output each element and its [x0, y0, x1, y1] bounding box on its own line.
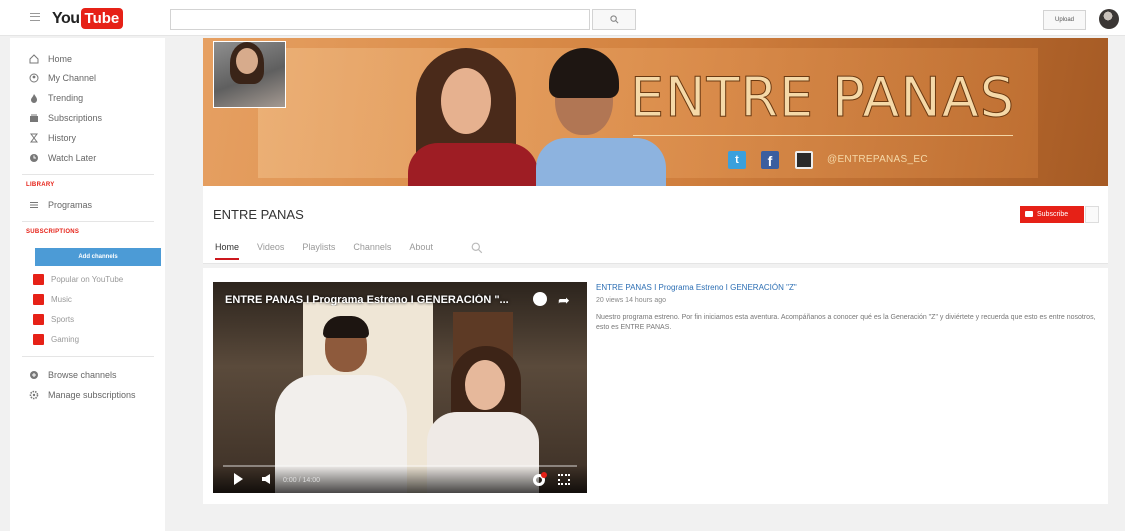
plus-circle-icon [29, 370, 39, 380]
video-title-link[interactable]: ENTRE PANAS I Programa Estreno I GENERAC… [596, 283, 797, 292]
banner-person-top [408, 143, 538, 186]
guide-sidebar: Home My Channel Trending Subscriptions H… [10, 38, 165, 531]
person-icon [29, 73, 39, 83]
channel-search-icon[interactable] [471, 242, 483, 254]
progress-bar[interactable] [223, 465, 577, 467]
sidebar-item-popular[interactable]: Popular on YouTube [10, 270, 165, 288]
video-person-face [465, 360, 505, 410]
featured-section: ENTRE PANAS I Programa Estreno I GENERAC… [203, 268, 1108, 504]
video-player[interactable]: ENTRE PANAS I Programa Estreno I GENERAC… [213, 282, 587, 493]
search-icon [609, 15, 618, 24]
sidebar-item-browse-channels[interactable]: Browse channels [10, 366, 165, 384]
channel-thumbnail-icon [33, 333, 44, 345]
video-overlay-title[interactable]: ENTRE PANAS I Programa Estreno I GENERAC… [225, 294, 527, 306]
sidebar-item-label: Home [48, 54, 73, 64]
play-icon[interactable] [234, 473, 243, 485]
sidebar-item-trending[interactable]: Trending [10, 89, 165, 107]
sidebar-item-watch-later[interactable]: Watch Later [10, 149, 165, 167]
sidebar-item-label: Sports [51, 314, 75, 324]
add-channels-button[interactable]: Add channels [35, 248, 161, 266]
search-button[interactable] [592, 9, 636, 30]
sidebar-divider [22, 356, 154, 357]
banner-person-shirt [536, 138, 666, 186]
video-description: Nuestro programa estreno. Por fin inicia… [596, 314, 1096, 331]
sidebar-item-gaming[interactable]: Gaming [10, 330, 165, 348]
hd-badge-icon [541, 472, 547, 478]
account-avatar[interactable] [1099, 9, 1119, 29]
banner-divider [633, 135, 1013, 136]
logo-text-you: You [52, 9, 80, 27]
avatar-face [236, 48, 258, 74]
video-person-hair [323, 316, 369, 338]
sidebar-item-label: Browse channels [48, 370, 117, 380]
logo-text-tube: Tube [80, 8, 124, 29]
sidebar-item-label: Programas [48, 200, 93, 210]
subscribe-button[interactable]: Subscribe [1020, 206, 1084, 223]
tab-about[interactable]: About [409, 242, 433, 260]
guide-menu-icon[interactable] [30, 13, 40, 21]
tab-home[interactable]: Home [215, 242, 240, 260]
sidebar-item-label: Watch Later [48, 153, 97, 163]
sidebar-item-label: Gaming [51, 334, 80, 344]
search-input[interactable] [170, 9, 590, 30]
channel-title[interactable]: ENTRE PANAS [213, 207, 304, 222]
tab-playlists[interactable]: Playlists [302, 242, 335, 260]
video-meta: 20 views 14 hours ago [596, 297, 667, 304]
tab-channels[interactable]: Channels [353, 242, 391, 260]
sidebar-item-home[interactable]: Home [10, 50, 165, 68]
sidebar-item-manage-subscriptions[interactable]: Manage subscriptions [10, 386, 165, 404]
subscriptions-icon [29, 113, 39, 123]
clock-icon [29, 153, 39, 163]
twitter-icon[interactable]: t [728, 151, 746, 169]
sidebar-item-label: Subscriptions [48, 113, 103, 123]
social-handle: @ENTREPANAS_EC [827, 154, 928, 165]
channel-banner: ENTRE PANAS t f @ENTREPANAS_EC [203, 38, 1108, 186]
share-icon[interactable]: ➦ [558, 292, 570, 309]
banner-person-face [441, 68, 491, 134]
tab-videos[interactable]: Videos [257, 242, 284, 260]
sidebar-item-label: History [48, 133, 77, 143]
sidebar-item-label: Trending [48, 93, 84, 103]
channel-thumbnail-icon [33, 293, 44, 305]
youtube-logo[interactable]: You Tube [52, 8, 124, 29]
sidebar-item-my-channel[interactable]: My Channel [10, 69, 165, 87]
upload-button[interactable]: Upload [1043, 10, 1086, 30]
subscriber-count [1085, 206, 1099, 223]
instagram-icon[interactable] [795, 151, 813, 169]
sidebar-item-label: Music [51, 294, 72, 304]
time-display: 0:00 / 14:00 [283, 477, 320, 484]
masthead: You Tube Upload [0, 0, 1125, 36]
sidebar-divider [22, 174, 154, 175]
sidebar-item-label: Manage subscriptions [48, 390, 136, 400]
list-icon [29, 200, 39, 210]
sidebar-item-music[interactable]: Music [10, 290, 165, 308]
flame-icon [29, 93, 39, 103]
watch-later-icon[interactable] [533, 292, 547, 306]
channel-thumbnail-icon [33, 313, 44, 325]
channel-tabs: Home Videos Playlists Channels About [215, 242, 483, 260]
sidebar-item-programas[interactable]: Programas [10, 196, 165, 214]
channel-avatar[interactable] [213, 41, 286, 108]
fullscreen-icon[interactable] [558, 474, 570, 485]
sidebar-item-history[interactable]: History [10, 129, 165, 147]
facebook-icon[interactable]: f [761, 151, 779, 169]
library-heading: LIBRARY [26, 182, 55, 188]
sidebar-divider [22, 221, 154, 222]
sidebar-item-sports[interactable]: Sports [10, 310, 165, 328]
gear-icon [29, 390, 39, 400]
sidebar-item-label: My Channel [48, 73, 97, 83]
channel-thumbnail-icon [33, 273, 44, 285]
channel-header: ENTRE PANAS Subscribe Home Videos Playli… [203, 186, 1108, 264]
hourglass-icon [29, 133, 39, 143]
sidebar-item-label: Popular on YouTube [51, 274, 124, 284]
sidebar-item-subscriptions[interactable]: Subscriptions [10, 109, 165, 127]
home-icon [29, 54, 39, 64]
banner-title: ENTRE PANAS [630, 66, 1015, 130]
subscriptions-heading: SUBSCRIPTIONS [26, 229, 80, 235]
